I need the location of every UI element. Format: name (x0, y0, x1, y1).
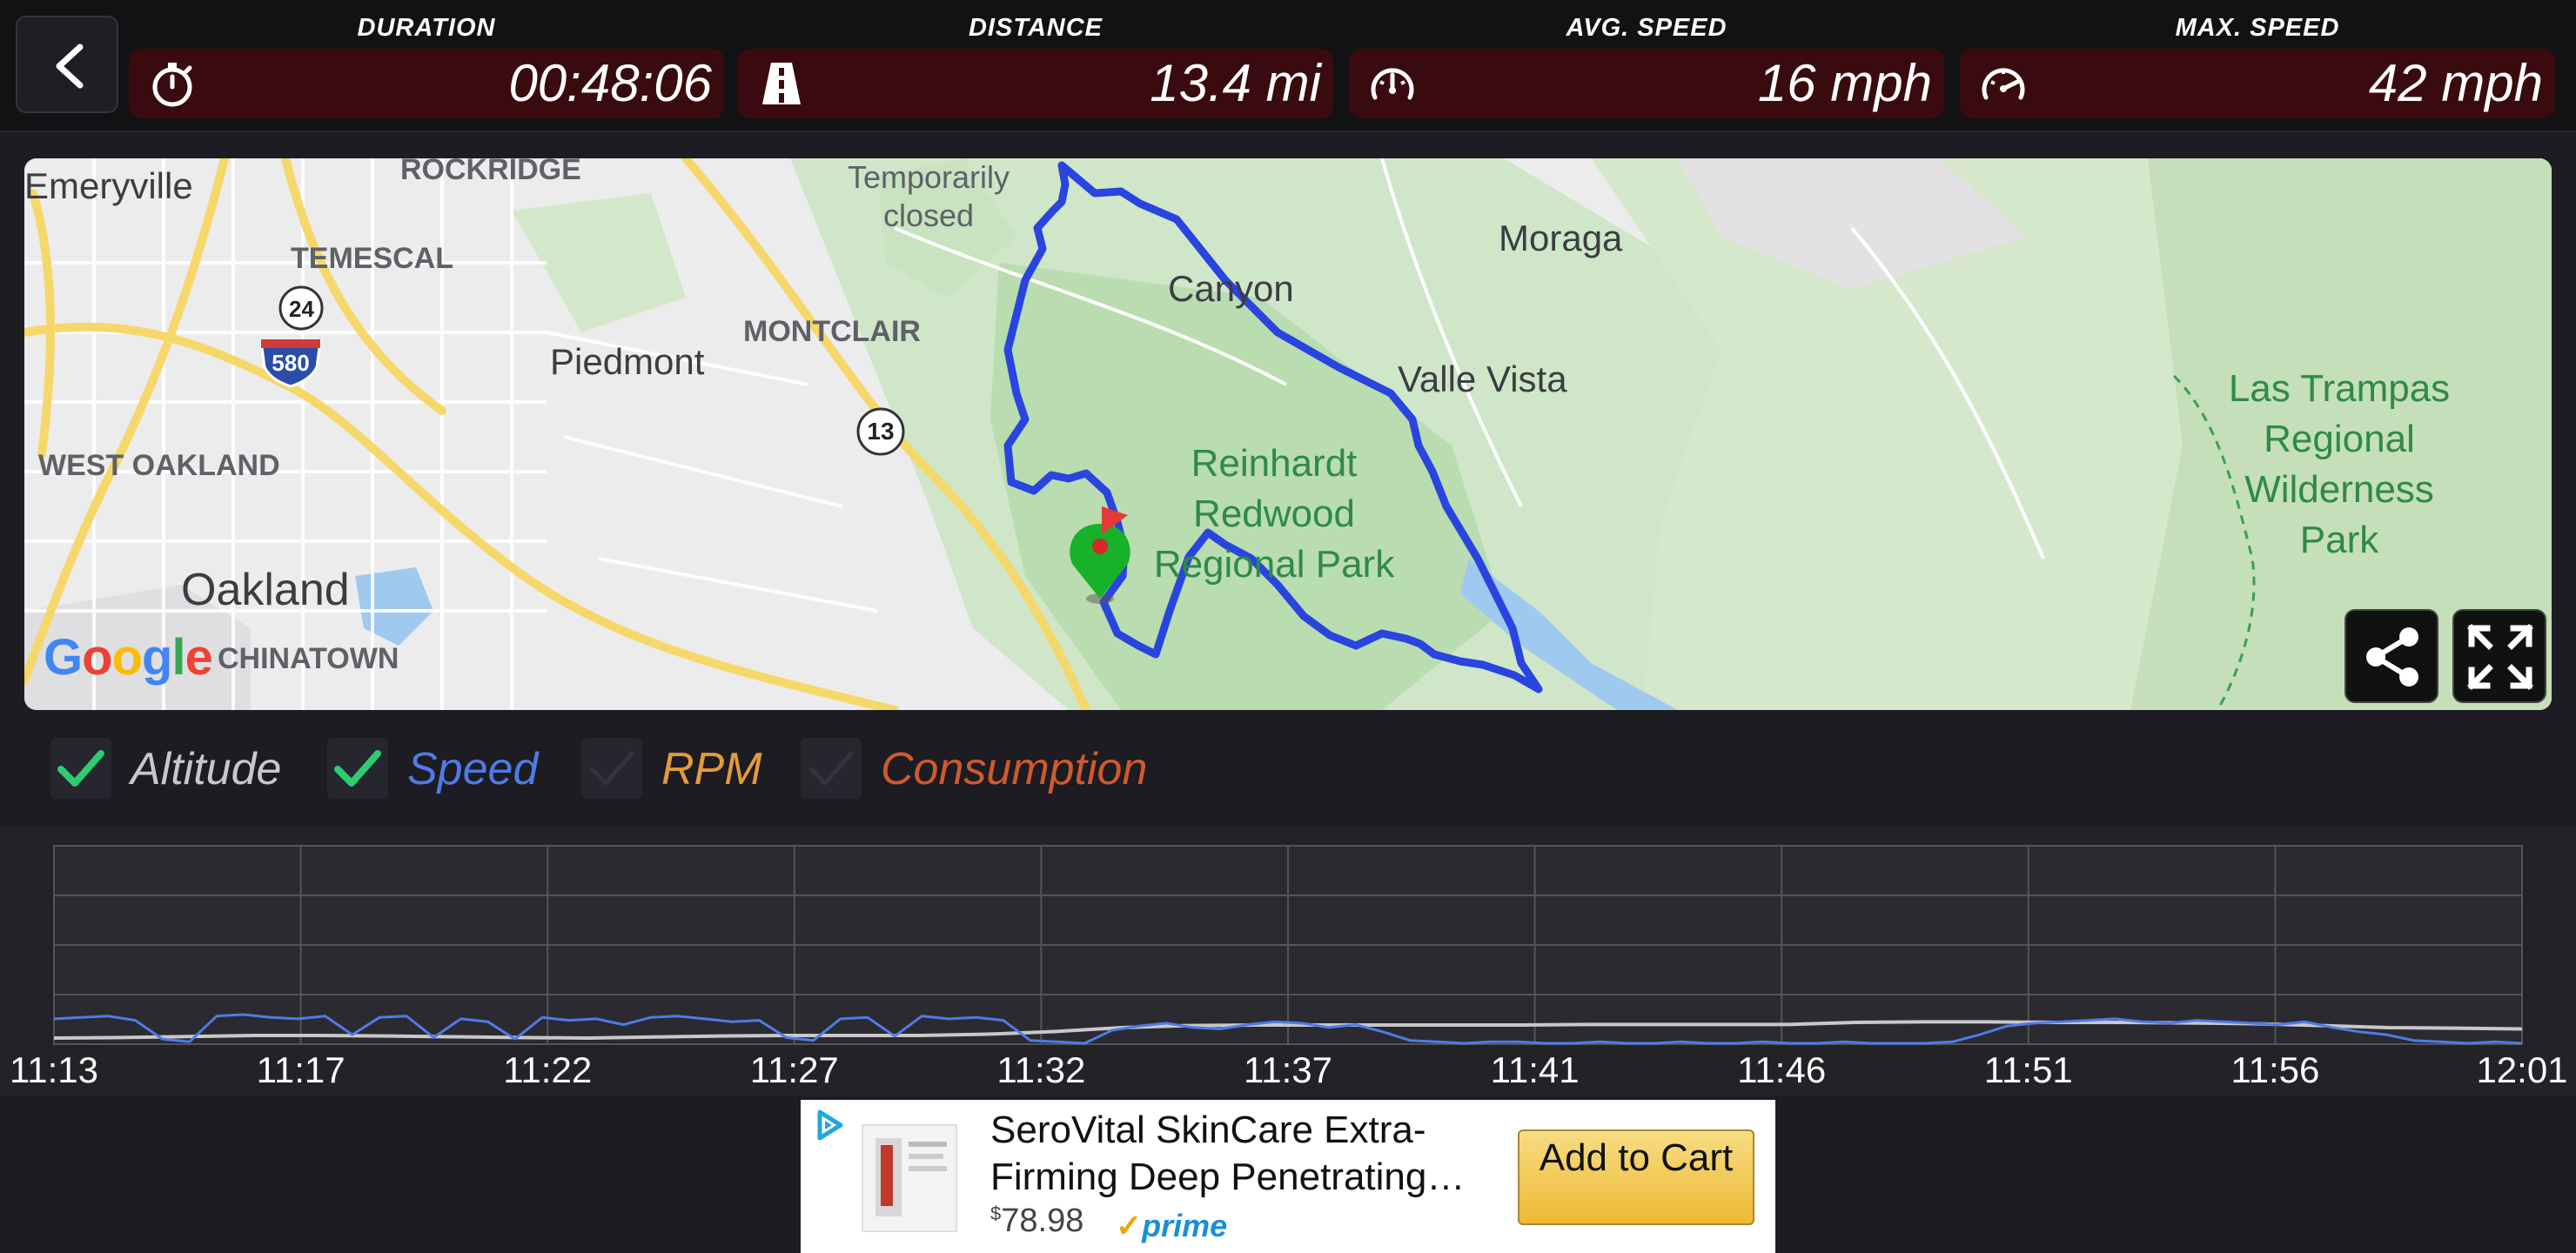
map-label-emeryville: Emeryville (24, 165, 193, 206)
route-13-shield: 13 (867, 418, 895, 445)
rpm-checkbox[interactable] (581, 738, 642, 799)
max-speed-value: 42 mph (2368, 54, 2543, 112)
duration-label: DURATION (357, 14, 496, 42)
distance-box: 13.4 mi (738, 49, 1333, 118)
avg-speed-box: 16 mph (1349, 49, 1944, 118)
ad-banner[interactable]: SeroVital SkinCare Extra-Firming Deep Pe… (801, 1100, 1775, 1253)
consumption-checkbox[interactable] (801, 738, 862, 799)
avg-speed-label: AVG. SPEED (1566, 14, 1727, 42)
duration-value: 00:48:06 (508, 54, 712, 112)
map-label-montclair: MONTCLAIR (743, 315, 921, 348)
avg-speed-stat: AVG. SPEED 16 mph (1349, 0, 1944, 122)
back-button[interactable] (16, 16, 118, 113)
trip-chart[interactable]: 11:13 11:17 11:22 11:27 11:32 11:37 11:41 11:46… (0, 827, 2576, 1096)
map-label-rockridge: ROCKRIDGE (400, 158, 581, 186)
map-label-las-trampas: Las Trampas Regional Wilderness Park (2228, 367, 2451, 561)
chevron-left-icon (56, 44, 84, 89)
route-580-shield: 580 (272, 350, 310, 376)
ad-title[interactable]: SeroVital SkinCare Extra-Firming Deep Pe… (990, 1107, 1478, 1201)
speed-label: Speed (407, 744, 539, 794)
route-24-shield: 24 (289, 296, 314, 322)
speedometer-icon (1371, 68, 1414, 100)
map-label-west-oakland: WEST OAKLAND (38, 449, 280, 482)
share-button[interactable] (2345, 609, 2438, 703)
rpm-label: RPM (661, 744, 762, 794)
map-label-chinatown: CHINATOWN (218, 642, 399, 675)
map-label-piedmont: Piedmont (550, 341, 705, 382)
chart-canvas: 11:13 11:17 11:22 11:27 11:32 11:37 11:41 11:46… (10, 845, 2568, 1090)
map-label-moraga: Moraga (1499, 218, 1623, 258)
duration-stat: DURATION 00:48:06 (129, 0, 724, 122)
stopwatch-icon (152, 63, 192, 107)
x-tick-label: 12:01 (2476, 1049, 2567, 1090)
route-map[interactable]: Emeryville ROCKRIDGE TEMESCAL Piedmont M… (24, 158, 2552, 710)
share-icon (2366, 627, 2418, 687)
fullscreen-icon (2467, 624, 2533, 690)
altitude-checkbox[interactable] (50, 738, 111, 799)
fullscreen-button[interactable] (2452, 609, 2546, 703)
map-label-oakland: Oakland (181, 565, 350, 615)
map-label-valle-vista: Valle Vista (1398, 358, 1567, 399)
add-to-cart-button[interactable]: Add to Cart (1518, 1129, 1754, 1225)
checkmark-icon (808, 751, 854, 786)
checkmark-icon (334, 750, 381, 787)
x-tick-label: 11:17 (257, 1049, 345, 1090)
map-label-reinhardt-park: Reinhardt Redwood Regional Park (1153, 442, 1395, 586)
checkmark-icon (57, 750, 104, 787)
ad-price: $78.98 (990, 1203, 1084, 1239)
max-speed-box: 42 mph (1960, 49, 2555, 118)
max-speed-stat: MAX. SPEED 42 mph (1960, 0, 2555, 122)
x-tick-label: 11:22 (503, 1049, 592, 1090)
speed-checkbox[interactable] (327, 738, 388, 799)
distance-stat: DISTANCE 13.4 mi (738, 0, 1333, 122)
map-label-canyon: Canyon (1168, 268, 1294, 309)
x-tick-label: 11:37 (1244, 1049, 1332, 1090)
x-tick-label: 11:27 (750, 1049, 839, 1090)
x-tick-label: 11:13 (10, 1049, 98, 1090)
x-tick-label: 11:51 (1984, 1049, 2073, 1090)
x-tick-label: 11:46 (1737, 1049, 1826, 1090)
road-icon (762, 63, 801, 104)
product-image[interactable] (862, 1124, 957, 1232)
max-speed-label: MAX. SPEED (2175, 14, 2340, 42)
duration-box: 00:48:06 (129, 49, 724, 118)
checkmark-icon (589, 751, 634, 786)
map-label-temescal: TEMESCAL (291, 242, 453, 275)
consumption-label: Consumption (881, 744, 1148, 794)
speedometer-max-icon (1982, 68, 2025, 100)
avg-speed-value: 16 mph (1757, 54, 1932, 112)
distance-value: 13.4 mi (1150, 54, 1321, 112)
x-tick-label: 11:32 (996, 1049, 1085, 1090)
altitude-label: Altitude (131, 744, 282, 794)
google-logo: Google (44, 629, 213, 686)
prime-badge: ✓prime (1116, 1208, 1228, 1243)
ad-choices-icon[interactable] (813, 1109, 846, 1142)
x-tick-label: 11:56 (2231, 1049, 2319, 1090)
map-label-temporarily-closed: Temporarily closed (847, 159, 1010, 233)
x-tick-label: 11:41 (1491, 1049, 1580, 1090)
distance-label: DISTANCE (968, 14, 1104, 42)
stats-header: DURATION 00:48:06 DISTANCE 13.4 mi AVG. … (0, 0, 2576, 132)
